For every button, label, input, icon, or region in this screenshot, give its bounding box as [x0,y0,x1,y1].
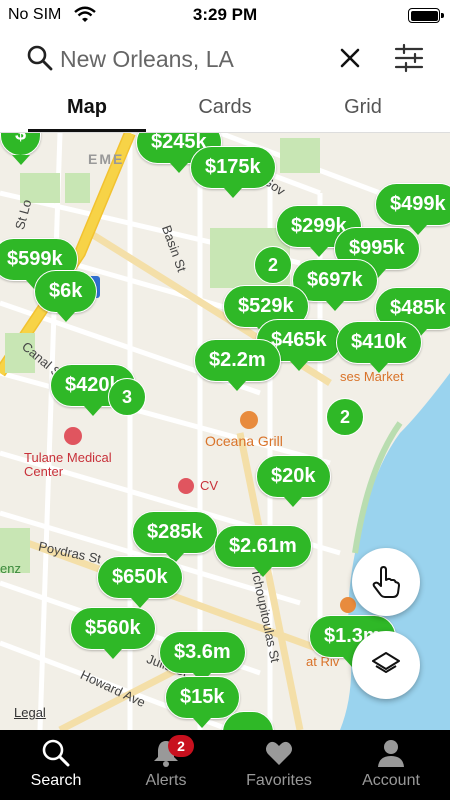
status-bar: No SIM 3:29 PM [0,0,450,32]
view-tabs: Map Cards Grid [0,90,450,133]
bottom-nav: Search 2 Alerts Favorites Account [0,730,450,800]
clock: 3:29 PM [192,5,258,24]
price-pin[interactable]: $175k [190,146,276,198]
tab-indicator [28,129,146,132]
search-bar [0,32,450,90]
poi-label: enz [0,561,21,576]
tab-cards[interactable]: Cards [150,96,300,119]
price-pin[interactable]: $410k [336,321,422,373]
poi-label: Oceana Grill [205,433,283,449]
cluster-marker[interactable]: 2 [254,246,292,284]
nav-account[interactable]: Account [335,730,447,800]
nav-label: Alerts [145,772,187,789]
battery-icon [408,8,444,23]
filter-sliders-icon[interactable] [393,42,425,74]
price-pin[interactable]: $285k [132,511,218,563]
poi-label: CV [200,478,219,493]
layers-icon [372,652,400,673]
price-pin[interactable]: $650k [97,556,183,608]
search-input[interactable] [60,42,320,76]
price-pin[interactable]: $20k [256,455,331,507]
nav-label: Favorites [246,772,312,789]
nav-alerts[interactable]: 2 Alerts [110,730,222,800]
restaurant-icon [240,411,258,429]
tab-grid[interactable]: Grid [288,96,438,119]
close-icon[interactable] [336,44,364,72]
store-icon [340,597,356,613]
pharmacy-icon [178,478,194,494]
price-pin[interactable]: $3.6m [159,631,246,683]
cluster-marker[interactable]: 3 [108,378,146,416]
search-icon[interactable] [26,44,54,72]
nav-label: Search [30,772,82,789]
nav-search[interactable]: Search [0,730,112,800]
price-pin[interactable]: $2.61m [214,525,312,577]
poi-label: Tulane Medical Center [24,450,112,479]
nav-label: Account [362,772,420,789]
draw-search-button[interactable] [352,548,420,616]
map-layers-button[interactable] [352,631,420,699]
hand-pointer-icon [372,566,400,598]
price-pin[interactable]: $15k [165,676,240,728]
poi-label: EME [88,151,125,167]
person-icon [378,740,404,767]
nav-favorites[interactable]: Favorites [223,730,335,800]
search-icon [42,739,70,767]
alerts-badge: 2 [168,735,194,757]
map-view[interactable]: Basin St Canal St Poydras St Tchoupitoul… [0,133,450,730]
tab-map[interactable]: Map [12,96,162,119]
map-legal-link[interactable]: Legal [14,705,46,720]
price-pin[interactable]: $6k [34,270,98,322]
heart-icon [266,741,292,765]
price-pin[interactable]: $499k [375,183,450,235]
hospital-icon [64,427,82,445]
price-pin[interactable]: $2.2m [194,339,281,391]
price-pin[interactable]: $560k [70,607,156,659]
cluster-marker[interactable]: 2 [326,398,364,436]
